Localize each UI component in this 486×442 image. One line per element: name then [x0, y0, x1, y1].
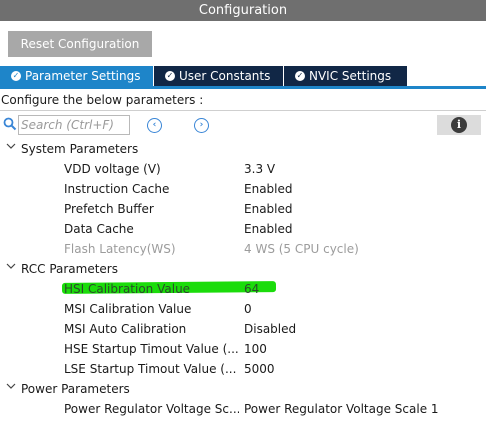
param-row[interactable]: Instruction Cache Enabled [0, 179, 486, 199]
param-row[interactable]: Data Cache Enabled [0, 219, 486, 239]
param-value[interactable]: Power Regulator Voltage Scale 1 [244, 399, 439, 419]
param-value[interactable]: Disabled [244, 319, 296, 339]
param-value[interactable]: 0 [244, 299, 252, 319]
param-value[interactable]: Enabled [244, 199, 293, 219]
param-value[interactable]: 64 [244, 279, 259, 299]
param-row[interactable]: HSE Startup Timout Value (... 100 [0, 339, 486, 359]
reset-configuration-button[interactable]: Reset Configuration [8, 31, 152, 57]
param-name: Prefetch Buffer [64, 202, 154, 216]
tab-label: NVIC Settings [309, 69, 392, 83]
param-value[interactable]: Enabled [244, 219, 293, 239]
param-row[interactable]: LSE Startup Timout Value (... 5000 [0, 359, 486, 379]
tab-label: Parameter Settings [25, 69, 141, 83]
param-row-highlighted[interactable]: HSI Calibration Value 64 [0, 279, 486, 299]
group-power-parameters[interactable]: Power Parameters [0, 379, 486, 399]
chevron-down-icon[interactable] [6, 259, 16, 279]
check-circle-icon: ✓ [11, 70, 21, 81]
search-icon[interactable] [3, 117, 17, 131]
param-value[interactable]: 3.3 V [244, 159, 275, 179]
param-name: HSI Calibration Value [64, 282, 191, 296]
param-name: Power Regulator Voltage Sc... [64, 402, 239, 416]
tab-parameter-settings[interactable]: ✓ Parameter Settings [0, 66, 153, 86]
param-value: 4 WS (5 CPU cycle) [244, 242, 359, 256]
group-label: RCC Parameters [21, 262, 118, 276]
tab-bar: ✓ Parameter Settings ✓ User Constants ✓ NVI… [0, 66, 486, 86]
param-row-disabled: Flash Latency(WS) 4 WS (5 CPU cycle) [0, 239, 486, 259]
check-circle-icon: ✓ [295, 70, 305, 81]
chevron-left-icon: ‹ [152, 120, 157, 130]
param-name: MSI Calibration Value [64, 302, 192, 316]
search-next-button[interactable]: › [194, 118, 209, 133]
configure-instructions: Configure the below parameters : [1, 93, 204, 107]
param-value[interactable]: 100 [244, 339, 267, 359]
param-row[interactable]: MSI Calibration Value 0 [0, 299, 486, 319]
param-name: Data Cache [64, 222, 134, 236]
tab-nvic-settings[interactable]: ✓ NVIC Settings [284, 66, 407, 86]
param-row[interactable]: Prefetch Buffer Enabled [0, 199, 486, 219]
tab-underline [0, 86, 486, 89]
param-name: HSE Startup Timout Value (... [64, 342, 239, 356]
search-previous-button[interactable]: ‹ [147, 118, 162, 133]
param-name: VDD voltage (V) [64, 162, 161, 176]
group-label: System Parameters [21, 142, 139, 156]
window-title: Configuration [0, 0, 486, 21]
check-circle-icon: ✓ [165, 70, 175, 81]
chevron-down-icon[interactable] [6, 139, 16, 159]
divider [0, 110, 486, 111]
param-name: LSE Startup Timout Value (... [64, 362, 237, 376]
group-system-parameters[interactable]: System Parameters [0, 139, 486, 159]
param-value[interactable]: Enabled [244, 179, 293, 199]
chevron-right-icon: › [199, 120, 204, 130]
group-rcc-parameters[interactable]: RCC Parameters [0, 259, 486, 279]
tab-user-constants[interactable]: ✓ User Constants [154, 66, 283, 86]
param-row[interactable]: MSI Auto Calibration Disabled [0, 319, 486, 339]
param-row[interactable]: VDD voltage (V) 3.3 V [0, 159, 486, 179]
chevron-down-icon[interactable] [6, 379, 16, 399]
param-value[interactable]: 5000 [244, 359, 275, 379]
param-row[interactable]: Power Regulator Voltage Sc... Power Regu… [0, 399, 486, 419]
search-input[interactable] [18, 115, 130, 135]
info-button[interactable]: i [437, 115, 481, 135]
tab-label: User Constants [179, 69, 271, 83]
param-name: MSI Auto Calibration [64, 322, 187, 336]
param-name: Instruction Cache [64, 182, 170, 196]
info-icon: i [451, 117, 467, 133]
group-label: Power Parameters [21, 382, 130, 396]
param-name: Flash Latency(WS) [64, 242, 176, 256]
